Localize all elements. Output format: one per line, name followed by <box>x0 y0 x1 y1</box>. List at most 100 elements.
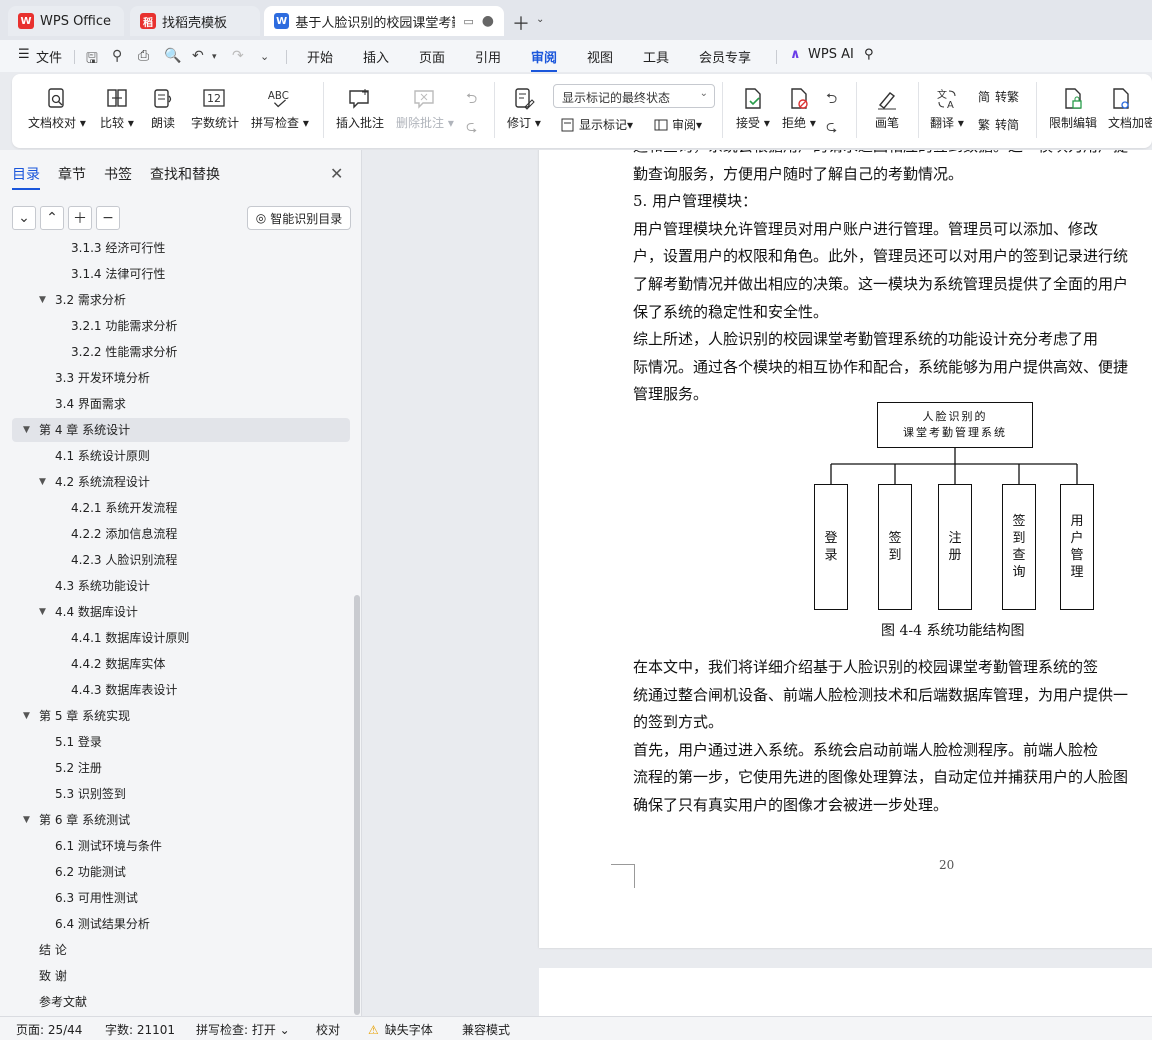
delete-comment-button[interactable]: 删除批注 ▾ <box>396 86 454 131</box>
toc-item[interactable]: 3.1.4 法律可行性 <box>71 262 165 286</box>
menu-insert[interactable]: 插入 <box>363 47 389 66</box>
status-proofread[interactable]: 校对 <box>316 1021 340 1038</box>
expand-triangle-icon[interactable]: ▼ <box>39 288 46 312</box>
prev-change-icon[interactable]: ⮌ <box>826 88 837 112</box>
expand-triangle-icon[interactable]: ▼ <box>23 808 30 832</box>
hamburger-icon[interactable]: ☰ <box>18 47 30 62</box>
accept-button[interactable]: 接受 ▾ <box>736 86 770 131</box>
toc-item[interactable]: 3.2.1 功能需求分析 <box>71 314 177 338</box>
menu-file[interactable]: 文件 <box>36 47 62 66</box>
toc-item[interactable]: 3.4 界面需求 <box>55 392 126 416</box>
to-traditional-button[interactable]: 简 转繁 <box>976 88 1019 105</box>
next-change-icon[interactable]: ⮎ <box>826 116 837 140</box>
toc-item[interactable]: 3.3 开发环境分析 <box>55 366 150 390</box>
toc-item[interactable]: 4.2.3 人脸识别流程 <box>71 548 177 572</box>
more-chevron-icon[interactable]: ⌄ <box>260 50 269 63</box>
toc-item[interactable]: 4.1 系统设计原则 <box>55 444 150 468</box>
menu-review[interactable]: 审阅 <box>531 47 558 72</box>
expand-triangle-icon[interactable]: ▼ <box>39 600 46 624</box>
tab-document[interactable]: W 基于人脸识别的校园课堂考勤 ▭ ● <box>264 6 504 36</box>
pen-button[interactable]: 画笔 <box>874 86 900 131</box>
restrict-edit-button[interactable]: 限制编辑 <box>1049 86 1097 131</box>
spell-check-button[interactable]: ABC 拼写检查 ▾ <box>251 86 309 131</box>
tab-list-chevron-icon[interactable]: ⌄ <box>536 14 544 25</box>
word-count-button[interactable]: 12 字数统计 <box>191 86 239 131</box>
toc-item[interactable]: 6.1 测试环境与条件 <box>55 834 162 858</box>
doc-check-button[interactable]: 文档校对 ▾ <box>28 86 86 131</box>
nav-tab-bookmarks[interactable]: 书签 <box>104 164 132 184</box>
smart-toc-button[interactable]: ◎ 智能识别目录 <box>247 206 351 230</box>
menu-view[interactable]: 视图 <box>587 47 613 66</box>
print-icon[interactable]: ⎙ <box>138 48 149 64</box>
toc-item[interactable]: 4.2.2 添加信息流程 <box>71 522 177 546</box>
menu-wps-ai[interactable]: WPS AI <box>808 47 854 62</box>
chevron-up-icon[interactable]: ⌃ <box>40 206 64 230</box>
doc-encrypt-button[interactable]: 文档加密 <box>1108 86 1152 131</box>
toc-item[interactable]: 4.3 系统功能设计 <box>55 574 150 598</box>
toc-item[interactable]: 4.4.2 数据库实体 <box>71 652 165 676</box>
status-missing-font[interactable]: ⚠ 缺失字体 <box>368 1021 433 1038</box>
remove-heading-minus-icon[interactable]: − <box>96 206 120 230</box>
toc-item[interactable]: 致 谢 <box>39 964 67 988</box>
toc-item[interactable]: 6.2 功能测试 <box>55 860 126 884</box>
tab-wps-office[interactable]: W WPS Office <box>8 6 124 36</box>
toc-item[interactable]: 4.2.1 系统开发流程 <box>71 496 177 520</box>
toc-item[interactable]: 参考文献 <box>39 990 87 1014</box>
show-markup-button[interactable]: 显示标记 ▾ <box>560 116 633 133</box>
read-aloud-button[interactable]: 朗读 <box>150 86 176 131</box>
toc-item[interactable]: 3.2.2 性能需求分析 <box>71 340 177 364</box>
menu-page[interactable]: 页面 <box>419 47 445 66</box>
tab-close-dot-icon[interactable]: ● <box>482 13 494 29</box>
nav-tab-toc[interactable]: 目录 <box>12 164 40 190</box>
expand-triangle-icon[interactable]: ▼ <box>23 704 30 728</box>
undo-icon[interactable]: ↶ <box>192 48 204 64</box>
nav-tab-find-replace[interactable]: 查找和替换 <box>150 164 220 184</box>
toc-item[interactable]: 4.4.1 数据库设计原则 <box>71 626 189 650</box>
menu-references[interactable]: 引用 <box>475 47 501 66</box>
collapse-chevron-down-icon[interactable]: ⌄ <box>12 206 36 230</box>
toc-item[interactable]: ▼ 3.2 需求分析 <box>39 288 126 312</box>
translate-button[interactable]: 文A 翻译 ▾ <box>930 86 964 131</box>
expand-triangle-icon[interactable]: ▼ <box>23 418 30 442</box>
add-heading-plus-icon[interactable]: ＋ <box>68 206 92 230</box>
save-icon[interactable]: 🖫 <box>86 48 98 72</box>
undo-dropdown-icon[interactable]: ▾ <box>212 52 217 62</box>
reject-button[interactable]: 拒绝 ▾ <box>782 86 816 131</box>
toc-item[interactable]: 6.3 可用性测试 <box>55 886 138 910</box>
toc-item[interactable]: 4.4.3 数据库表设计 <box>71 678 177 702</box>
new-tab-plus-icon[interactable]: ＋ <box>512 10 530 36</box>
expand-triangle-icon[interactable]: ▼ <box>39 470 46 494</box>
toc-item[interactable]: ▼ 4.2 系统流程设计 <box>39 470 150 494</box>
next-comment-icon[interactable]: ⮎ <box>466 116 477 140</box>
toc-item[interactable]: 结 论 <box>39 938 67 962</box>
menu-home[interactable]: 开始 <box>307 47 333 66</box>
menu-tools[interactable]: 工具 <box>643 47 669 66</box>
redo-icon[interactable]: ↷ <box>232 48 244 64</box>
status-word-count[interactable]: 字数: 21101 <box>105 1021 175 1038</box>
to-simplified-button[interactable]: 繁 转简 <box>976 116 1019 133</box>
status-page[interactable]: 页面: 25/44 <box>16 1021 82 1038</box>
link-icon[interactable]: ⚲ <box>112 48 122 64</box>
toc-item[interactable]: ▼ 第 4 章 系统设计 <box>12 418 350 442</box>
toc-item[interactable]: ▼ 第 5 章 系统实现 <box>23 704 130 728</box>
toc-item[interactable]: ▼ 第 6 章 系统测试 <box>23 808 130 832</box>
toc-item[interactable]: 5.2 注册 <box>55 756 102 780</box>
tab-template[interactable]: 稻 找稻壳模板 <box>130 6 260 36</box>
compare-button[interactable]: 比较 ▾ <box>100 86 134 131</box>
toc-item[interactable]: ▼ 4.4 数据库设计 <box>39 600 138 624</box>
close-icon[interactable]: ✕ <box>330 164 343 183</box>
nav-scrollbar[interactable] <box>354 595 360 1015</box>
menu-member[interactable]: 会员专享 <box>699 47 751 66</box>
revise-button[interactable]: 修订 ▾ <box>507 86 541 131</box>
print-preview-icon[interactable]: 🔍 <box>164 48 181 64</box>
search-icon[interactable]: ⚲ <box>864 47 874 62</box>
toc-item[interactable]: 6.4 测试结果分析 <box>55 912 150 936</box>
status-spell-check[interactable]: 拼写检查: 打开 ⌄ <box>196 1021 290 1038</box>
toc-item[interactable]: 5.1 登录 <box>55 730 102 754</box>
prev-comment-icon[interactable]: ⮌ <box>466 88 477 112</box>
nav-tab-sections[interactable]: 章节 <box>58 164 86 184</box>
insert-comment-button[interactable]: 插入批注 <box>336 86 384 131</box>
review-pane-button[interactable]: 审阅 ▾ <box>653 116 702 133</box>
toc-item[interactable]: 5.3 识别签到 <box>55 782 126 806</box>
toc-item[interactable]: 3.1.3 经济可行性 <box>71 238 165 260</box>
